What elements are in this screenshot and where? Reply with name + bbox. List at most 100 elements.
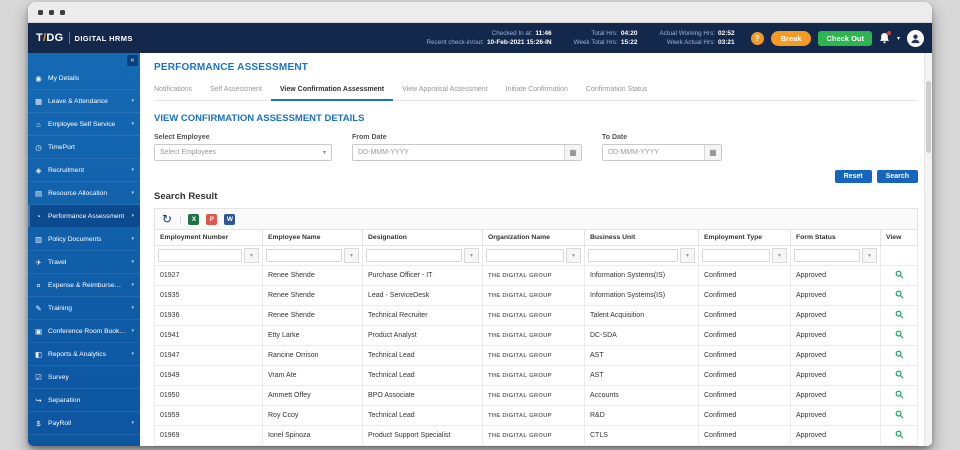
vertical-scrollbar[interactable] [924, 53, 932, 446]
filter-funnel-icon[interactable]: ▼ [244, 248, 259, 263]
col-organization-name: Organization Name [482, 229, 585, 246]
filter-input-employee-name[interactable] [266, 249, 342, 262]
to-date-label: To Date [602, 134, 628, 141]
table-filter-row: ▼ ▼ ▼ ▼ ▼ ▼ ▼ [154, 245, 918, 266]
table-row: 01927 Renee Shende Purchase Officer - IT TH… [154, 265, 918, 286]
sidebar-item-payroll[interactable]: $ PayRoll ▾ [28, 412, 140, 435]
search-result-title: Search Result [154, 191, 218, 202]
chevron-down-icon: ▾ [131, 282, 134, 288]
calendar-icon: ▦ [34, 96, 43, 106]
sidebar-item-resource-allocation[interactable]: ▤ Resource Allocation ▾ [28, 182, 140, 205]
view-magnifier-icon[interactable] [880, 285, 918, 306]
sidebar-item-leave-attendance[interactable]: ▦ Leave & Attendance ▾ [28, 90, 140, 113]
view-magnifier-icon[interactable] [880, 425, 918, 446]
tab-view-appraisal-assessment[interactable]: View Appraisal Assessment [393, 81, 496, 100]
window-control-dot[interactable] [38, 9, 43, 15]
sidebar-item-survey[interactable]: ☑ Survey [28, 366, 140, 389]
calendar-icon[interactable]: ▦ [564, 145, 581, 160]
app-name: DIGITAL HRMS [74, 33, 133, 43]
sidebar-item-expense-reimbursement[interactable]: ¤ Expense & Reimbursement ▾ [28, 274, 140, 297]
select-employee-dropdown[interactable]: Select Employees ▾ [154, 144, 332, 161]
check-out-button[interactable]: Check Out [818, 30, 872, 46]
refresh-icon[interactable]: ↻ [162, 213, 172, 225]
export-word-icon[interactable]: W [224, 213, 236, 225]
view-magnifier-icon[interactable] [880, 345, 918, 366]
tab-initiate-confirmation[interactable]: Initiate Confirmation [497, 81, 577, 100]
view-magnifier-icon[interactable] [880, 385, 918, 406]
view-magnifier-icon[interactable] [880, 265, 918, 286]
tab-bar: Notifications Self Assessment View Confi… [154, 81, 918, 101]
actual-working-hrs-label: Actual Working Hrs: [659, 30, 715, 37]
sidebar-item-timeport[interactable]: ◷ TimePort [28, 136, 140, 159]
to-date-input[interactable] [603, 145, 704, 160]
sidebar-item-recruitment[interactable]: ◈ Recruitment ▾ [28, 159, 140, 182]
filter-input-employment-type[interactable] [702, 249, 770, 262]
from-date-field: ▦ [352, 144, 582, 161]
export-excel-icon[interactable]: X [188, 213, 200, 225]
profile-caret-icon[interactable]: ▾ [897, 35, 900, 42]
filter-input-form-status[interactable] [794, 249, 860, 262]
view-magnifier-icon[interactable] [880, 365, 918, 386]
chevron-down-icon: ▾ [131, 121, 134, 127]
table-header-row: Employment Number Employee Name Designat… [154, 229, 918, 246]
export-pdf-icon[interactable]: P [206, 213, 218, 225]
filter-input-business-unit[interactable] [588, 249, 678, 262]
sidebar-item-reports-analytics[interactable]: ◧ Reports & Analytics ▾ [28, 343, 140, 366]
filter-funnel-icon[interactable]: ▼ [862, 248, 877, 263]
view-magnifier-icon[interactable] [880, 405, 918, 426]
col-employment-number: Employment Number [154, 229, 263, 246]
total-hrs-value: 04:20 [620, 30, 638, 37]
sidebar-item-training[interactable]: ✎ Training ▾ [28, 297, 140, 320]
sidebar-item-separation[interactable]: ↪ Separation [28, 389, 140, 412]
table-row: 01950 Ammett Offey BPO Associate THE DIGITA… [154, 385, 918, 406]
filter-funnel-icon[interactable]: ▼ [566, 248, 581, 263]
notifications-bell-icon[interactable] [879, 31, 891, 44]
sidebar-item-my-details[interactable]: ◉ My Details [28, 67, 140, 90]
break-button[interactable]: Break [770, 30, 812, 46]
sidebar-collapse-button[interactable]: « [127, 55, 138, 66]
filter-input-employment-number[interactable] [158, 249, 242, 262]
sidebar-item-travel[interactable]: ✈ Travel ▾ [28, 251, 140, 274]
filter-funnel-icon[interactable]: ▼ [772, 248, 787, 263]
filter-funnel-icon[interactable]: ▼ [680, 248, 695, 263]
window-control-dot[interactable] [49, 9, 54, 15]
brand-divider [68, 32, 70, 44]
week-total-hrs-label: Week Total Hrs: [573, 39, 618, 46]
sidebar-item-policy-documents[interactable]: ▥ Policy Documents ▾ [28, 228, 140, 251]
app-header: T/DG DIGITAL HRMS Checked In at: 11:46 Re… [28, 23, 932, 53]
user-avatar[interactable] [907, 29, 924, 47]
sidebar-item-employee-self-service[interactable]: ⌂ Employee Self Service ▾ [28, 113, 140, 136]
sidebar-item-conference-room-booking[interactable]: ▣ Conference Room Booking ▾ [28, 320, 140, 343]
filter-funnel-icon[interactable]: ▼ [344, 248, 359, 263]
sidebar-item-performance-assessment[interactable]: ◔ Performance Assessment ▾ [28, 205, 140, 228]
window-control-dot[interactable] [60, 9, 65, 15]
help-icon[interactable]: ? [750, 31, 764, 45]
tab-notifications[interactable]: Notifications [154, 81, 201, 100]
table-row: 01935 Renee Shende Lead - ServiceDesk THE D… [154, 285, 918, 306]
col-view: View [880, 229, 918, 246]
reset-button[interactable]: Reset [834, 170, 872, 183]
results-table: Employment Number Employee Name Designat… [154, 229, 918, 446]
view-magnifier-icon[interactable] [880, 325, 918, 346]
tab-self-assessment[interactable]: Self Assessment [201, 81, 271, 100]
chevron-down-icon: ▾ [131, 167, 134, 173]
view-magnifier-icon[interactable] [880, 305, 918, 326]
search-form: Select Employee Select Employees ▾ From … [154, 134, 918, 161]
week-total-hrs-value: 15:22 [620, 39, 638, 46]
search-button[interactable]: Search [876, 170, 918, 183]
filter-input-designation[interactable] [366, 249, 462, 262]
from-date-input[interactable] [353, 145, 564, 160]
filter-funnel-icon[interactable]: ▼ [464, 248, 479, 263]
user-icon: ◉ [35, 73, 42, 83]
filter-input-organization-name[interactable] [486, 249, 564, 262]
tab-confirmation-status[interactable]: Confirmation Status [577, 81, 656, 100]
chevron-down-icon: ▾ [131, 305, 134, 311]
table-row: 01949 Vram Ate Technical Lead THE DIGITAL G… [154, 365, 918, 386]
actual-working-hrs-value: 02:52 [717, 30, 735, 37]
brand-area: T/DG DIGITAL HRMS [36, 32, 186, 44]
to-date-field: ▦ [602, 144, 722, 161]
scrollbar-thumb[interactable] [926, 81, 931, 153]
chevron-down-icon: ▾ [131, 190, 134, 196]
calendar-icon[interactable]: ▦ [704, 145, 721, 160]
tab-view-confirmation-assessment[interactable]: View Confirmation Assessment [270, 81, 394, 101]
